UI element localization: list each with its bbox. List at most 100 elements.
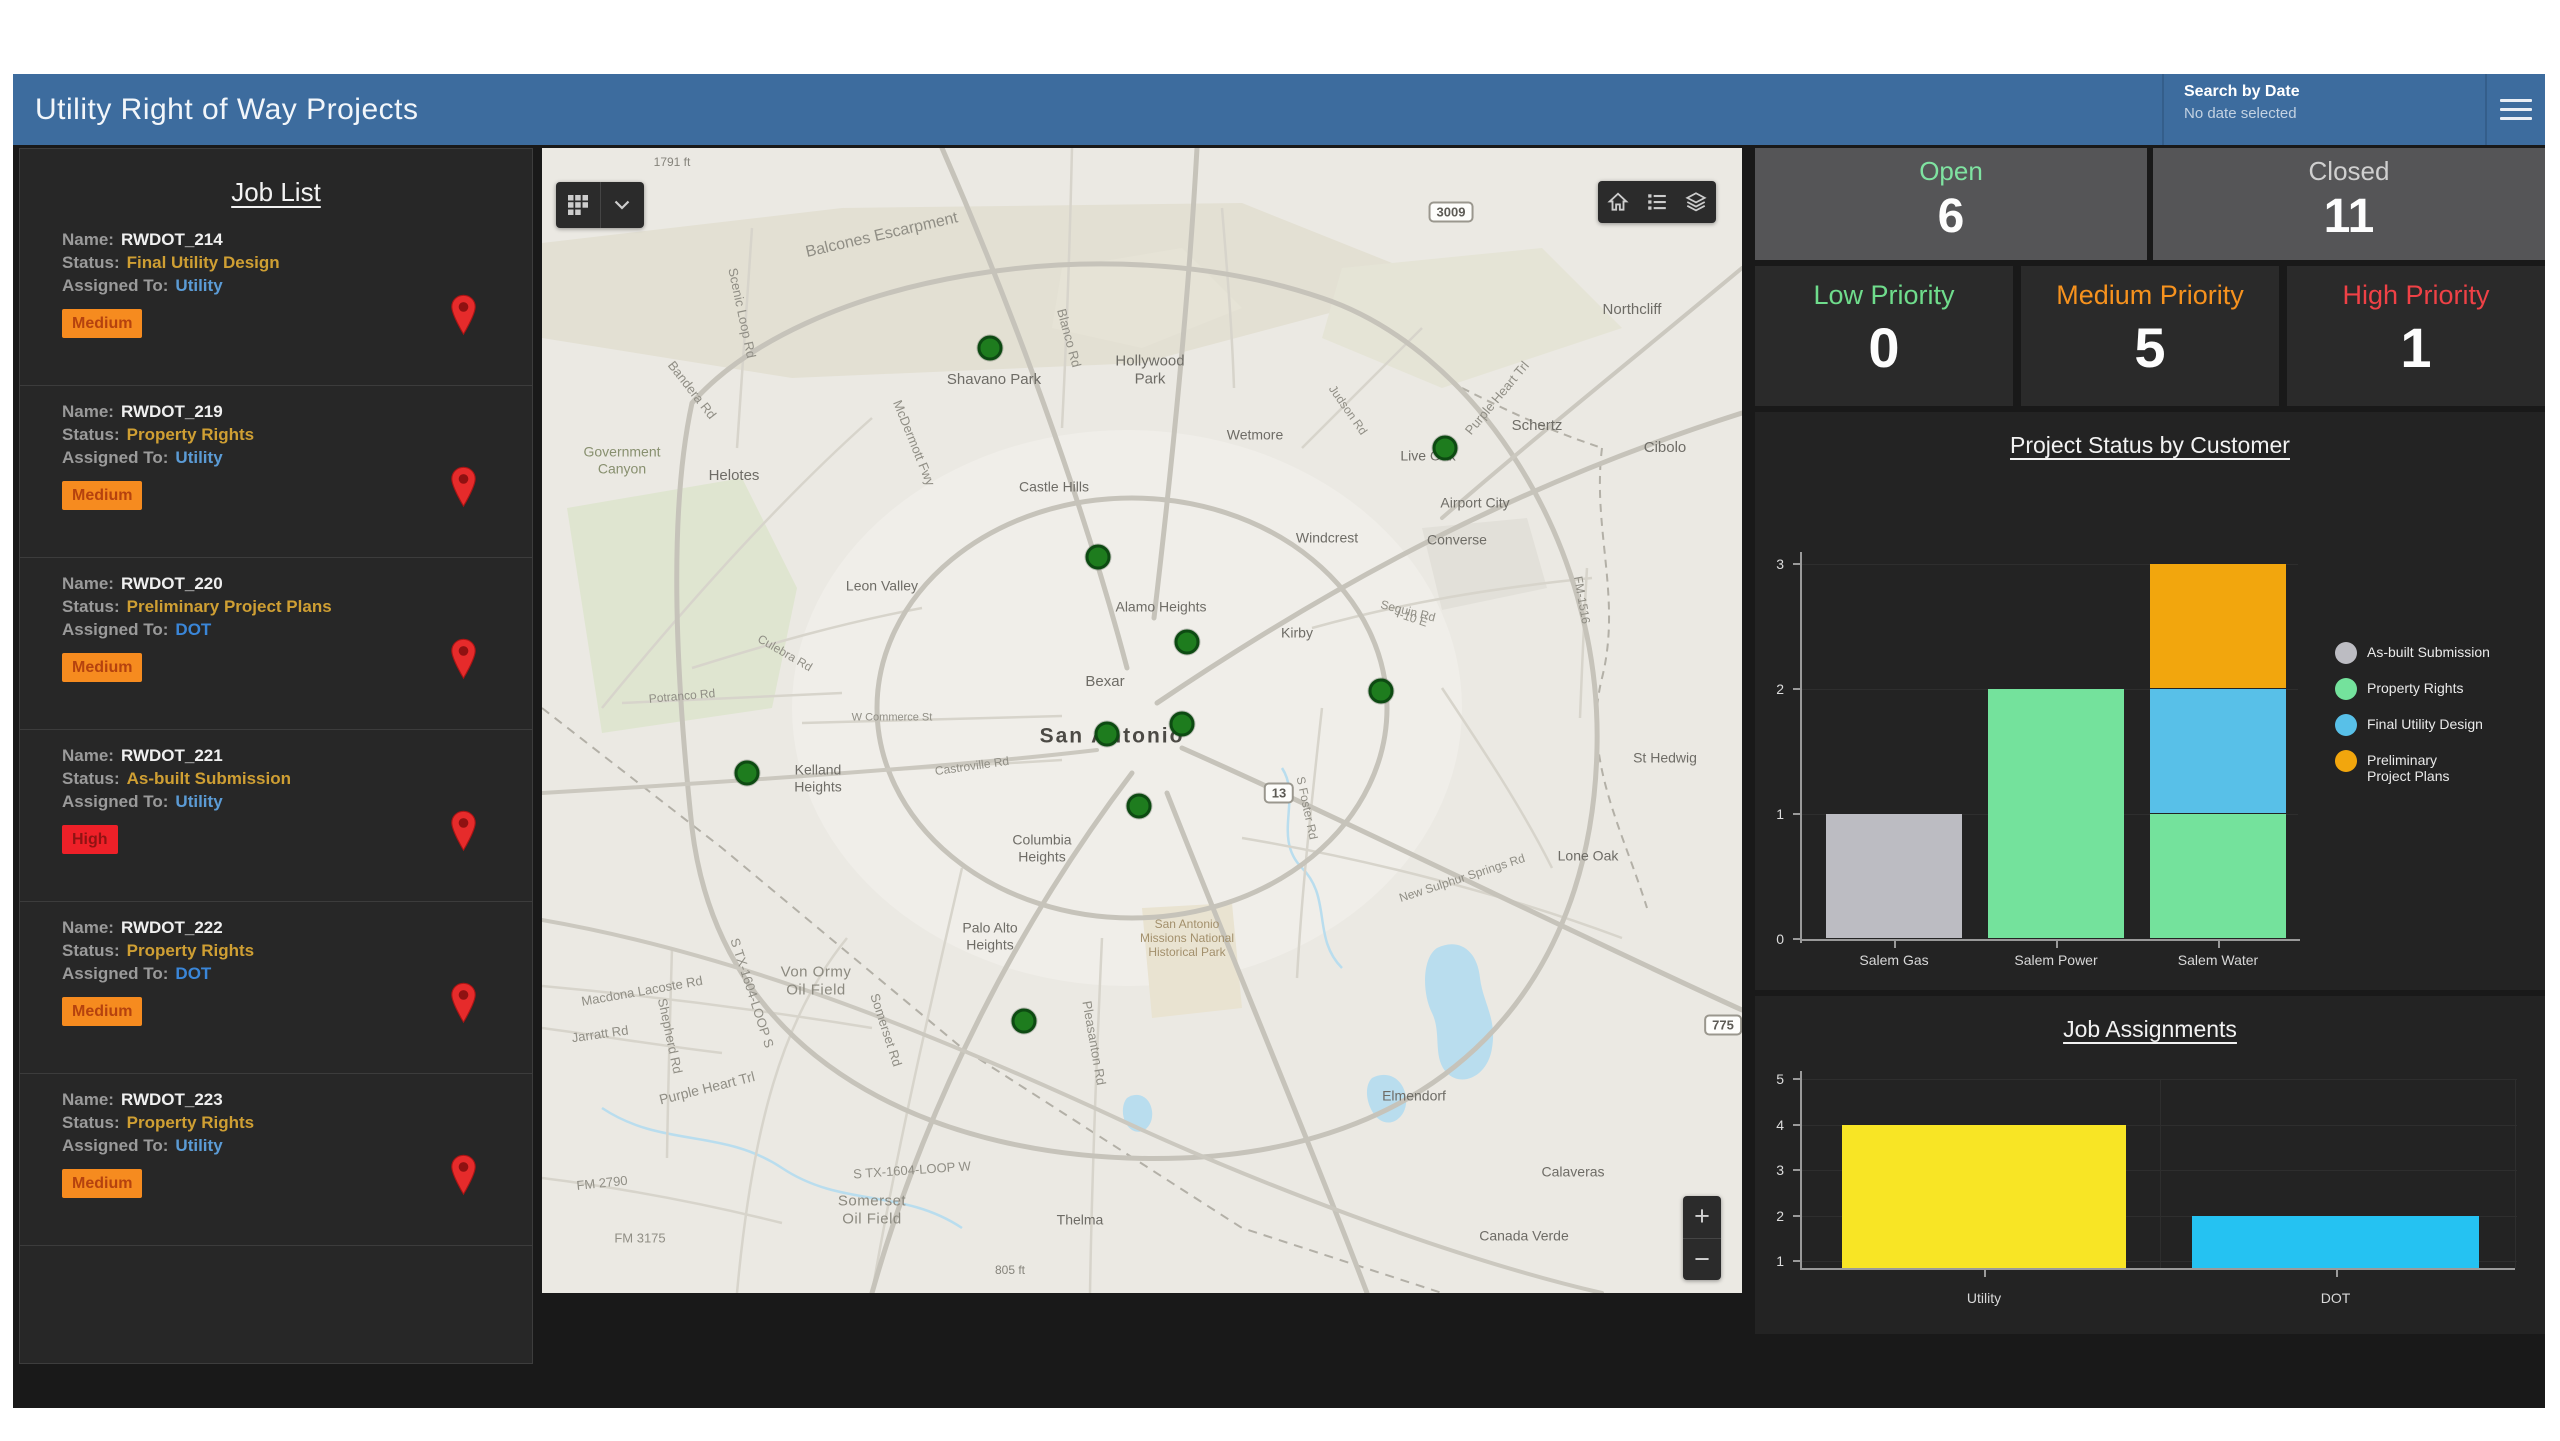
- project-map-marker[interactable]: [1086, 545, 1111, 570]
- map-pin-icon[interactable]: [450, 1154, 477, 1196]
- y-axis: [1800, 552, 1802, 943]
- map-pin-icon[interactable]: [450, 810, 477, 852]
- map-pin-icon[interactable]: [450, 982, 477, 1024]
- project-map-marker[interactable]: [1170, 712, 1195, 737]
- job-assigned: Utility: [175, 448, 222, 467]
- y-tick: [1793, 688, 1800, 690]
- status-label: Status:: [62, 1113, 120, 1132]
- legend-label: Preliminary Project Plans: [2367, 750, 2449, 784]
- project-map-marker[interactable]: [1433, 436, 1458, 461]
- map-pin-icon[interactable]: [450, 294, 477, 336]
- chevron-down-icon: [614, 200, 630, 210]
- x-tick: [1984, 1270, 1986, 1277]
- map-toolbar: [1598, 181, 1716, 223]
- y-tick: [1793, 1260, 1800, 1262]
- job-list-item[interactable]: Name:RWDOT_223 Status:Property Rights As…: [20, 1074, 532, 1246]
- assigned-label: Assigned To:: [62, 964, 168, 983]
- legend-swatch: [2335, 714, 2357, 736]
- legend-icon: [1646, 191, 1668, 213]
- project-map-marker[interactable]: [1095, 722, 1120, 747]
- map-pin-icon[interactable]: [450, 466, 477, 508]
- project-map-marker[interactable]: [1012, 1009, 1037, 1034]
- bar-segment[interactable]: [2150, 689, 2286, 813]
- basemap-widget: [556, 182, 644, 228]
- y-tick: [1793, 1169, 1800, 1171]
- gridline: [2160, 1079, 2161, 1268]
- y-tick-label: 1: [1776, 1253, 1793, 1269]
- name-label: Name:: [62, 746, 114, 765]
- name-label: Name:: [62, 402, 114, 421]
- high-priority-indicator: High Priority 1: [2287, 266, 2545, 406]
- job-list-item[interactable]: Name:RWDOT_220 Status:Preliminary Projec…: [20, 558, 532, 730]
- priority-badge: High: [62, 825, 118, 854]
- bar[interactable]: [2192, 1216, 2479, 1269]
- y-tick-label: 4: [1776, 1117, 1793, 1133]
- y-axis: [1800, 1071, 1802, 1270]
- legend-label: As-built Submission: [2367, 642, 2490, 660]
- status-label: Status:: [62, 597, 120, 616]
- y-tick-label: 2: [1776, 1208, 1793, 1224]
- high-priority-label: High Priority: [2287, 280, 2545, 311]
- bar-segment[interactable]: [2150, 564, 2286, 688]
- search-by-date-selector[interactable]: Search by Date No date selected: [2162, 74, 2487, 145]
- job-list-item[interactable]: Name:RWDOT_219 Status:Property Rights As…: [20, 386, 532, 558]
- name-label: Name:: [62, 230, 114, 249]
- x-axis: [1800, 939, 2300, 941]
- search-by-date-value: No date selected: [2184, 105, 2459, 122]
- job-name: RWDOT_223: [121, 1090, 223, 1109]
- medium-priority-indicator: Medium Priority 5: [2021, 266, 2279, 406]
- legend-label: Property Rights: [2367, 678, 2463, 696]
- low-priority-value: 0: [1755, 315, 2013, 380]
- map-panel[interactable]: 1791 ftBalcones EscarpmentScenic Loop Rd…: [542, 148, 1742, 1293]
- category-label: DOT: [2321, 1290, 2351, 1306]
- job-assigned: DOT: [175, 964, 211, 983]
- job-status: Final Utility Design: [127, 253, 280, 272]
- job-list-panel: Job List Name: RWDOT_214 Status: Final Uti…: [19, 148, 533, 1364]
- assigned-label: Assigned To:: [62, 1136, 168, 1155]
- home-icon: [1607, 191, 1629, 213]
- chart-title: Project Status by Customer: [1755, 432, 2545, 459]
- basemap-gallery-button[interactable]: [556, 182, 601, 228]
- name-label: Name:: [62, 1090, 114, 1109]
- map-basemap: [542, 148, 1742, 1293]
- open-label: Open: [1755, 156, 2147, 187]
- home-button[interactable]: [1601, 183, 1635, 221]
- job-list-item[interactable]: Name:RWDOT_221 Status:As-built Submissio…: [20, 730, 532, 902]
- project-map-marker[interactable]: [735, 761, 760, 786]
- layers-button[interactable]: [1679, 183, 1713, 221]
- legend-entry: Preliminary Project Plans: [2335, 750, 2490, 784]
- bar-segment[interactable]: [2150, 814, 2286, 938]
- bar[interactable]: [1842, 1125, 2126, 1269]
- job-list-item[interactable]: Name:RWDOT_222 Status:Property Rights As…: [20, 902, 532, 1074]
- low-priority-label: Low Priority: [1755, 280, 2013, 311]
- zoom-in-button[interactable]: +: [1683, 1196, 1721, 1239]
- project-map-marker[interactable]: [1127, 794, 1152, 819]
- legend-button[interactable]: [1640, 183, 1674, 221]
- y-tick: [1793, 813, 1800, 815]
- basemap-expand-button[interactable]: [601, 182, 645, 228]
- bar-segment[interactable]: [1988, 689, 2124, 938]
- status-label: Status:: [62, 253, 120, 272]
- y-tick-label: 3: [1776, 1162, 1793, 1178]
- category-label: Salem Power: [2014, 952, 2097, 968]
- project-map-marker[interactable]: [978, 336, 1003, 361]
- hamburger-menu-icon[interactable]: [2487, 74, 2545, 145]
- map-zoom-control: + −: [1683, 1196, 1721, 1280]
- job-list-title: Job List: [20, 177, 532, 208]
- bar-segment[interactable]: [1826, 814, 1962, 938]
- job-list-item[interactable]: Name: RWDOT_214 Status: Final Utility Desi…: [20, 214, 532, 386]
- legend-swatch: [2335, 642, 2357, 664]
- job-assigned: Utility: [175, 1136, 222, 1155]
- map-pin-icon[interactable]: [450, 638, 477, 680]
- project-map-marker[interactable]: [1175, 630, 1200, 655]
- job-name: RWDOT_214: [121, 230, 223, 249]
- name-label: Name:: [62, 574, 114, 593]
- open-indicator: Open 6: [1755, 148, 2147, 260]
- zoom-out-button[interactable]: −: [1683, 1239, 1721, 1281]
- job-status: As-built Submission: [127, 769, 291, 788]
- project-map-marker[interactable]: [1369, 679, 1394, 704]
- job-assignments-chart: Job Assignments 54321UtilityDOT: [1755, 996, 2545, 1334]
- dashboard: Utility Right of Way Projects Search by …: [13, 74, 2545, 1408]
- status-label: Status:: [62, 941, 120, 960]
- medium-priority-value: 5: [2021, 315, 2279, 380]
